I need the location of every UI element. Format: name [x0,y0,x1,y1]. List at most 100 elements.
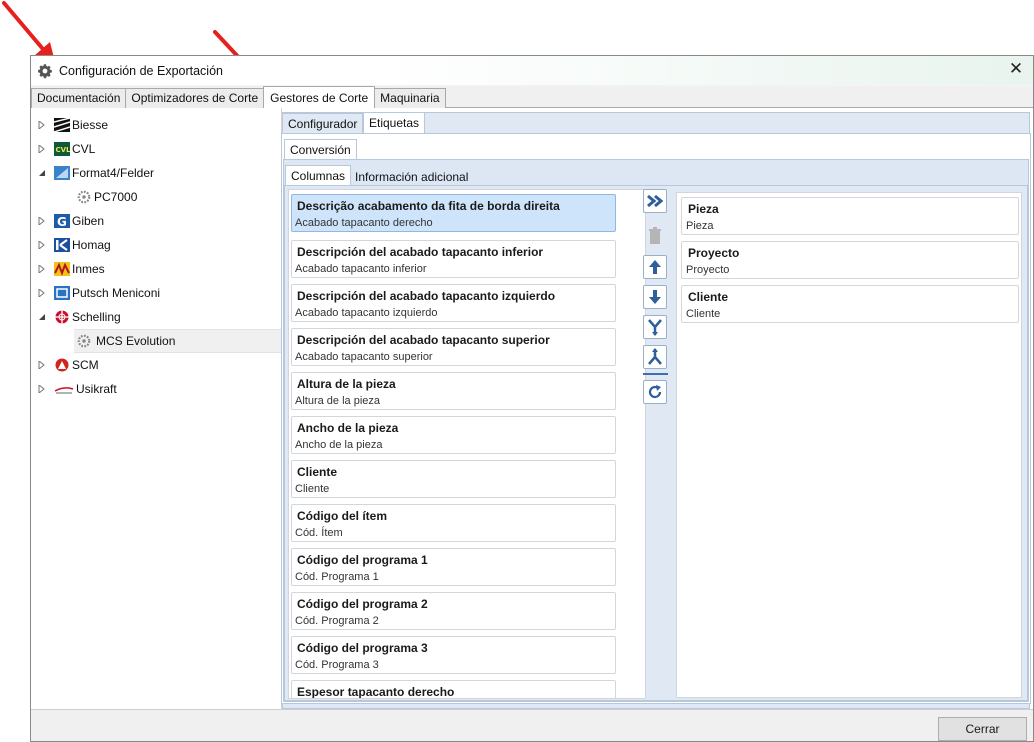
move-up-button[interactable] [643,255,667,279]
expand-arrow-icon[interactable] [36,143,48,155]
window-title: Configuración de Exportación [59,63,223,78]
svg-text:G: G [57,215,67,228]
move-down-button[interactable] [643,285,667,309]
column-title: Descripción del acabado tapacanto superi… [297,333,550,347]
tree-label: PC7000 [94,190,138,204]
expand-arrow-icon[interactable] [36,263,48,275]
column-subtitle: Altura de la pieza [295,395,380,407]
delete-button[interactable] [643,224,667,248]
tree-item-usikraft[interactable]: Usikraft [36,377,117,401]
tab-informacion-adicional[interactable]: Información adicional [349,166,474,186]
collapse-arrow-icon[interactable] [36,311,48,323]
column-title: Descrição acabamento da fita de borda di… [297,199,560,213]
selected-columns-list[interactable]: Pieza Pieza Proyecto Proyecto Cliente Cl… [676,192,1022,698]
column-subtitle: Cliente [686,308,721,320]
close-button[interactable]: Cerrar [938,717,1027,741]
tree-label: SCM [72,358,99,372]
tree-item-cvl[interactable]: CVL CVL [36,137,95,161]
available-columns-list[interactable]: Descrição acabamento da fita de borda di… [288,189,646,699]
column-subtitle: Ancho de la pieza [295,439,383,451]
column-subtitle: Proyecto [686,264,730,276]
tree-item-inmes[interactable]: Inmes [36,257,105,281]
tree-item-scm[interactable]: SCM [36,353,99,377]
tree-label: Inmes [72,262,105,276]
tab-optimizadores[interactable]: Optimizadores de Corte [125,88,265,108]
collapse-arrow-icon[interactable] [36,167,48,179]
list-item[interactable]: Código del programa 2 Cód. Programa 2 [291,592,616,630]
tree-item-schelling[interactable]: Schelling [36,305,121,329]
inmes-logo-icon [54,262,70,276]
expand-arrow-icon[interactable] [36,239,48,251]
expand-arrow-icon[interactable] [36,287,48,299]
tab-conversion[interactable]: Conversión [284,139,357,160]
top-tab-bar: Documentación Optimizadores de Corte Ges… [31,86,1033,108]
tree-item-mcs-evolution[interactable]: MCS Evolution [74,329,282,353]
tree-item-format4[interactable]: Format4/Felder [36,161,154,185]
tree-label: Schelling [72,310,121,324]
gear-icon [76,334,92,348]
tree-item-pc7000[interactable]: PC7000 [76,185,137,209]
giben-logo-icon: G [54,214,70,229]
format4-logo-icon [54,166,70,180]
double-chevron-right-icon [647,194,664,208]
merge-button[interactable] [643,315,667,339]
svg-text:CVL: CVL [56,146,71,154]
split-button[interactable] [643,345,667,369]
list-item[interactable]: Cliente Cliente [291,460,616,498]
putsch-logo-icon [54,286,70,300]
refresh-button[interactable] [643,380,667,404]
column-title: Código del programa 2 [297,597,428,611]
column-subtitle: Pieza [686,220,714,232]
tree-item-homag[interactable]: Homag [36,233,111,257]
tree-label: Giben [72,214,105,228]
tab-columnas[interactable]: Columnas [285,165,352,186]
tab-maquinaria[interactable]: Maquinaria [374,88,446,108]
expand-arrow-icon[interactable] [36,383,48,395]
tree-item-giben[interactable]: G Giben [36,209,104,233]
list-item[interactable]: Descrição acabamento da fita de borda di… [291,194,616,232]
arrow-up-icon [649,260,661,274]
column-subtitle: Acabado tapacanto superior [295,351,433,363]
tree-label: Usikraft [76,382,117,396]
list-item[interactable]: Descripción del acabado tapacanto inferi… [291,240,616,278]
expand-arrow-icon[interactable] [36,119,48,131]
column-title: Ancho de la pieza [297,421,399,435]
add-all-button[interactable] [643,189,667,213]
tree-item-biesse[interactable]: Biesse [36,113,108,137]
list-item[interactable]: Código del programa 3 Cód. Programa 3 [291,636,616,674]
list-item[interactable]: Ancho de la pieza Ancho de la pieza [291,416,616,454]
list-item[interactable]: Descripción del acabado tapacanto superi… [291,328,616,366]
list-item[interactable]: Proyecto Proyecto [681,241,1019,279]
column-title: Pieza [688,202,719,216]
expand-arrow-icon[interactable] [36,215,48,227]
biesse-logo-icon [53,117,71,133]
column-subtitle: Acabado tapacanto inferior [295,263,427,275]
tab-etiquetas[interactable]: Etiquetas [363,112,426,134]
close-icon[interactable]: ✕ [1007,60,1025,78]
list-item[interactable]: Código del programa 1 Cód. Programa 1 [291,548,616,586]
expand-arrow-icon[interactable] [36,359,48,371]
manufacturer-tree: Biesse CVL CVL Format4/Felder PC7000 G G… [31,108,282,709]
tab-configurador[interactable]: Configurador [282,113,364,134]
list-item[interactable]: Descripción del acabado tapacanto izquie… [291,284,616,322]
list-item[interactable]: Espesor tapacanto derecho [291,680,616,699]
tree-label: CVL [72,142,96,156]
column-subtitle: Cliente [295,483,330,495]
tree-item-putsch-meniconi[interactable]: Putsch Meniconi [36,281,160,305]
merge-icon [648,319,662,336]
column-title: Descripción del acabado tapacanto inferi… [297,245,544,259]
tab-documentacion[interactable]: Documentación [31,88,127,108]
column-title: Código del ítem [297,509,387,523]
tree-label: Homag [72,238,111,252]
column-subtitle: Acabado tapacanto izquierdo [295,307,438,319]
column-subtitle: Cód. Programa 3 [295,659,379,671]
column-subtitle: Cód. Programa 2 [295,615,379,627]
list-item[interactable]: Código del ítem Cód. Ítem [291,504,616,542]
column-title: Código del programa 3 [297,641,428,655]
column-title: Espesor tapacanto derecho [297,685,455,699]
list-item[interactable]: Pieza Pieza [681,197,1019,235]
list-item[interactable]: Altura de la pieza Altura de la pieza [291,372,616,410]
list-item[interactable]: Cliente Cliente [681,285,1019,323]
tab-gestores-de-corte[interactable]: Gestores de Corte [263,86,376,108]
refresh-icon [648,385,662,399]
